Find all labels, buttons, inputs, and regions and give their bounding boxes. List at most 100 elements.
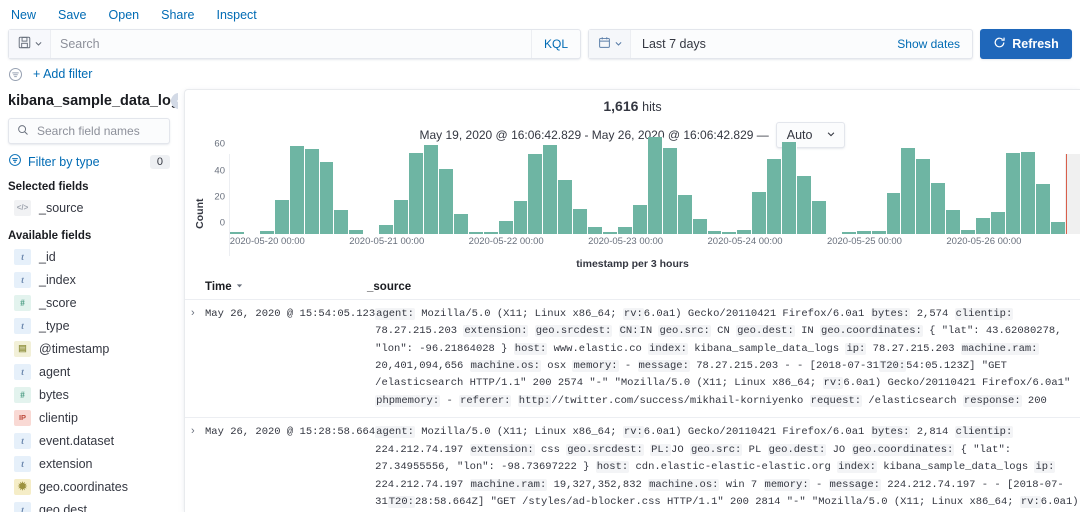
chart-bar[interactable]: [528, 154, 543, 234]
chart-bar[interactable]: [678, 195, 693, 234]
chart-bar[interactable]: [648, 137, 663, 234]
chart-bar[interactable]: [290, 146, 305, 234]
chart-bar[interactable]: [663, 148, 678, 234]
chart-bar[interactable]: [334, 210, 349, 234]
date-range-value[interactable]: Last 7 days: [631, 37, 885, 51]
chart-bar[interactable]: [379, 225, 394, 234]
time-column-header[interactable]: Time: [205, 281, 367, 293]
chart-bar[interactable]: [857, 231, 872, 234]
field-item-event-dataset[interactable]: tevent.dataset: [8, 429, 170, 452]
chart-bar[interactable]: [305, 149, 320, 234]
date-picker[interactable]: Last 7 days Show dates: [588, 29, 973, 59]
chart-bar[interactable]: [484, 232, 499, 234]
chart-bar[interactable]: [603, 232, 618, 234]
chart-bar[interactable]: [842, 232, 857, 234]
chart-bar[interactable]: [1051, 222, 1066, 234]
chart-bar[interactable]: [1021, 152, 1036, 234]
chart-bar[interactable]: [394, 200, 409, 234]
chart-bar[interactable]: [1036, 184, 1051, 234]
field-item--id[interactable]: t_id: [8, 245, 170, 268]
chart-bar[interactable]: [887, 193, 902, 234]
field-item-extension[interactable]: textension: [8, 452, 170, 475]
source-column-header[interactable]: _source: [367, 281, 1080, 293]
chart-bar[interactable]: [782, 142, 797, 233]
date-quick-menu-button[interactable]: [589, 30, 631, 58]
chart-bar[interactable]: [275, 200, 290, 234]
menu-inspect[interactable]: Inspect: [205, 4, 267, 26]
field-item--timestamp[interactable]: ▤@timestamp: [8, 337, 170, 360]
chart-bar[interactable]: [916, 159, 931, 233]
chart-bar[interactable]: [588, 227, 603, 234]
chart-bar[interactable]: [454, 214, 469, 234]
chart-bar[interactable]: [961, 230, 976, 234]
field-search-input[interactable]: [35, 123, 178, 139]
field-item-geo-dest[interactable]: tgeo.dest: [8, 498, 170, 512]
field-item--index[interactable]: t_index: [8, 268, 170, 291]
chart-bar[interactable]: [901, 148, 916, 234]
menu-open[interactable]: Open: [98, 4, 151, 26]
chart-bar[interactable]: [708, 231, 723, 234]
filter-by-type-button[interactable]: Filter by type 0: [8, 153, 170, 170]
field-item-clientip[interactable]: IPclientip: [8, 406, 170, 429]
field-item-bytes[interactable]: #bytes: [8, 383, 170, 406]
chart-bar[interactable]: [797, 176, 812, 233]
x-tick-label: 2020-05-23 00:00: [588, 236, 663, 247]
index-pattern-selector[interactable]: kibana_sample_data_logs: [8, 91, 170, 118]
menu-new[interactable]: New: [11, 4, 47, 26]
menu-share[interactable]: Share: [150, 4, 205, 26]
field-search[interactable]: [8, 118, 170, 144]
table-row[interactable]: ›May 26, 2020 @ 15:28:58.664agent: Mozil…: [185, 418, 1080, 512]
chart-bar[interactable]: [767, 159, 782, 233]
show-dates-button[interactable]: Show dates: [885, 37, 972, 51]
chart-bar[interactable]: [439, 169, 454, 234]
field-item--type[interactable]: t_type: [8, 314, 170, 337]
field-item-geo-coordinates[interactable]: ✹geo.coordinates: [8, 475, 170, 498]
query-language-button[interactable]: KQL: [531, 30, 580, 58]
chart-bar[interactable]: [573, 209, 588, 234]
field-item--source[interactable]: </>_source: [8, 196, 170, 219]
chart-bar[interactable]: [946, 210, 961, 234]
chart-bar[interactable]: [872, 231, 887, 234]
filter-icon[interactable]: [8, 66, 25, 83]
histogram-chart[interactable]: Count 0204060 2020-05-20 00:002020-05-21…: [193, 154, 1066, 256]
chart-bar[interactable]: [349, 230, 364, 234]
chart-bar[interactable]: [931, 183, 946, 234]
add-filter-button[interactable]: + Add filter: [33, 67, 92, 81]
chart-bar[interactable]: [230, 232, 245, 234]
chart-bar[interactable]: [543, 145, 558, 234]
search-bar[interactable]: KQL: [8, 29, 581, 59]
field-item--score[interactable]: #_score: [8, 291, 170, 314]
menu-save[interactable]: Save: [47, 4, 98, 26]
chevron-right-icon[interactable]: ›: [185, 306, 205, 410]
table-header-row: Time _source: [185, 276, 1080, 300]
chevron-right-icon[interactable]: ›: [185, 424, 205, 512]
chart-bar[interactable]: [693, 219, 708, 233]
chart-bar[interactable]: [320, 162, 335, 234]
chart-bar[interactable]: [618, 227, 633, 234]
chart-bar[interactable]: [812, 201, 827, 234]
chart-bar[interactable]: [991, 212, 1006, 234]
search-input[interactable]: [51, 37, 531, 51]
chart-bar[interactable]: [558, 180, 573, 234]
sort-desc-icon[interactable]: [235, 281, 244, 293]
chart-bar[interactable]: [469, 232, 484, 234]
chart-bar[interactable]: [499, 221, 514, 234]
table-row[interactable]: ›May 26, 2020 @ 15:54:05.123agent: Mozil…: [185, 300, 1080, 418]
chart-bar[interactable]: [409, 153, 424, 234]
hits-label: hits: [642, 100, 661, 114]
chart-bar[interactable]: [1006, 153, 1021, 234]
chart-bar[interactable]: [976, 218, 991, 234]
field-item-agent[interactable]: tagent: [8, 360, 170, 383]
chart-time-range-text: May 19, 2020 @ 16:06:42.829 - May 26, 20…: [420, 128, 769, 142]
refresh-button[interactable]: Refresh: [980, 29, 1072, 59]
chart-bar[interactable]: [752, 192, 767, 234]
chart-bar[interactable]: [722, 232, 737, 234]
saved-query-button[interactable]: [9, 30, 51, 58]
chart-bar[interactable]: [514, 201, 529, 234]
field-name-label: _source: [39, 201, 83, 215]
chart-bar[interactable]: [737, 230, 752, 234]
chart-bar[interactable]: [424, 145, 439, 234]
chart-bar[interactable]: [260, 231, 275, 234]
chart-plot-area[interactable]: 2020-05-20 00:002020-05-21 00:002020-05-…: [229, 154, 1066, 256]
chart-bar[interactable]: [633, 205, 648, 234]
